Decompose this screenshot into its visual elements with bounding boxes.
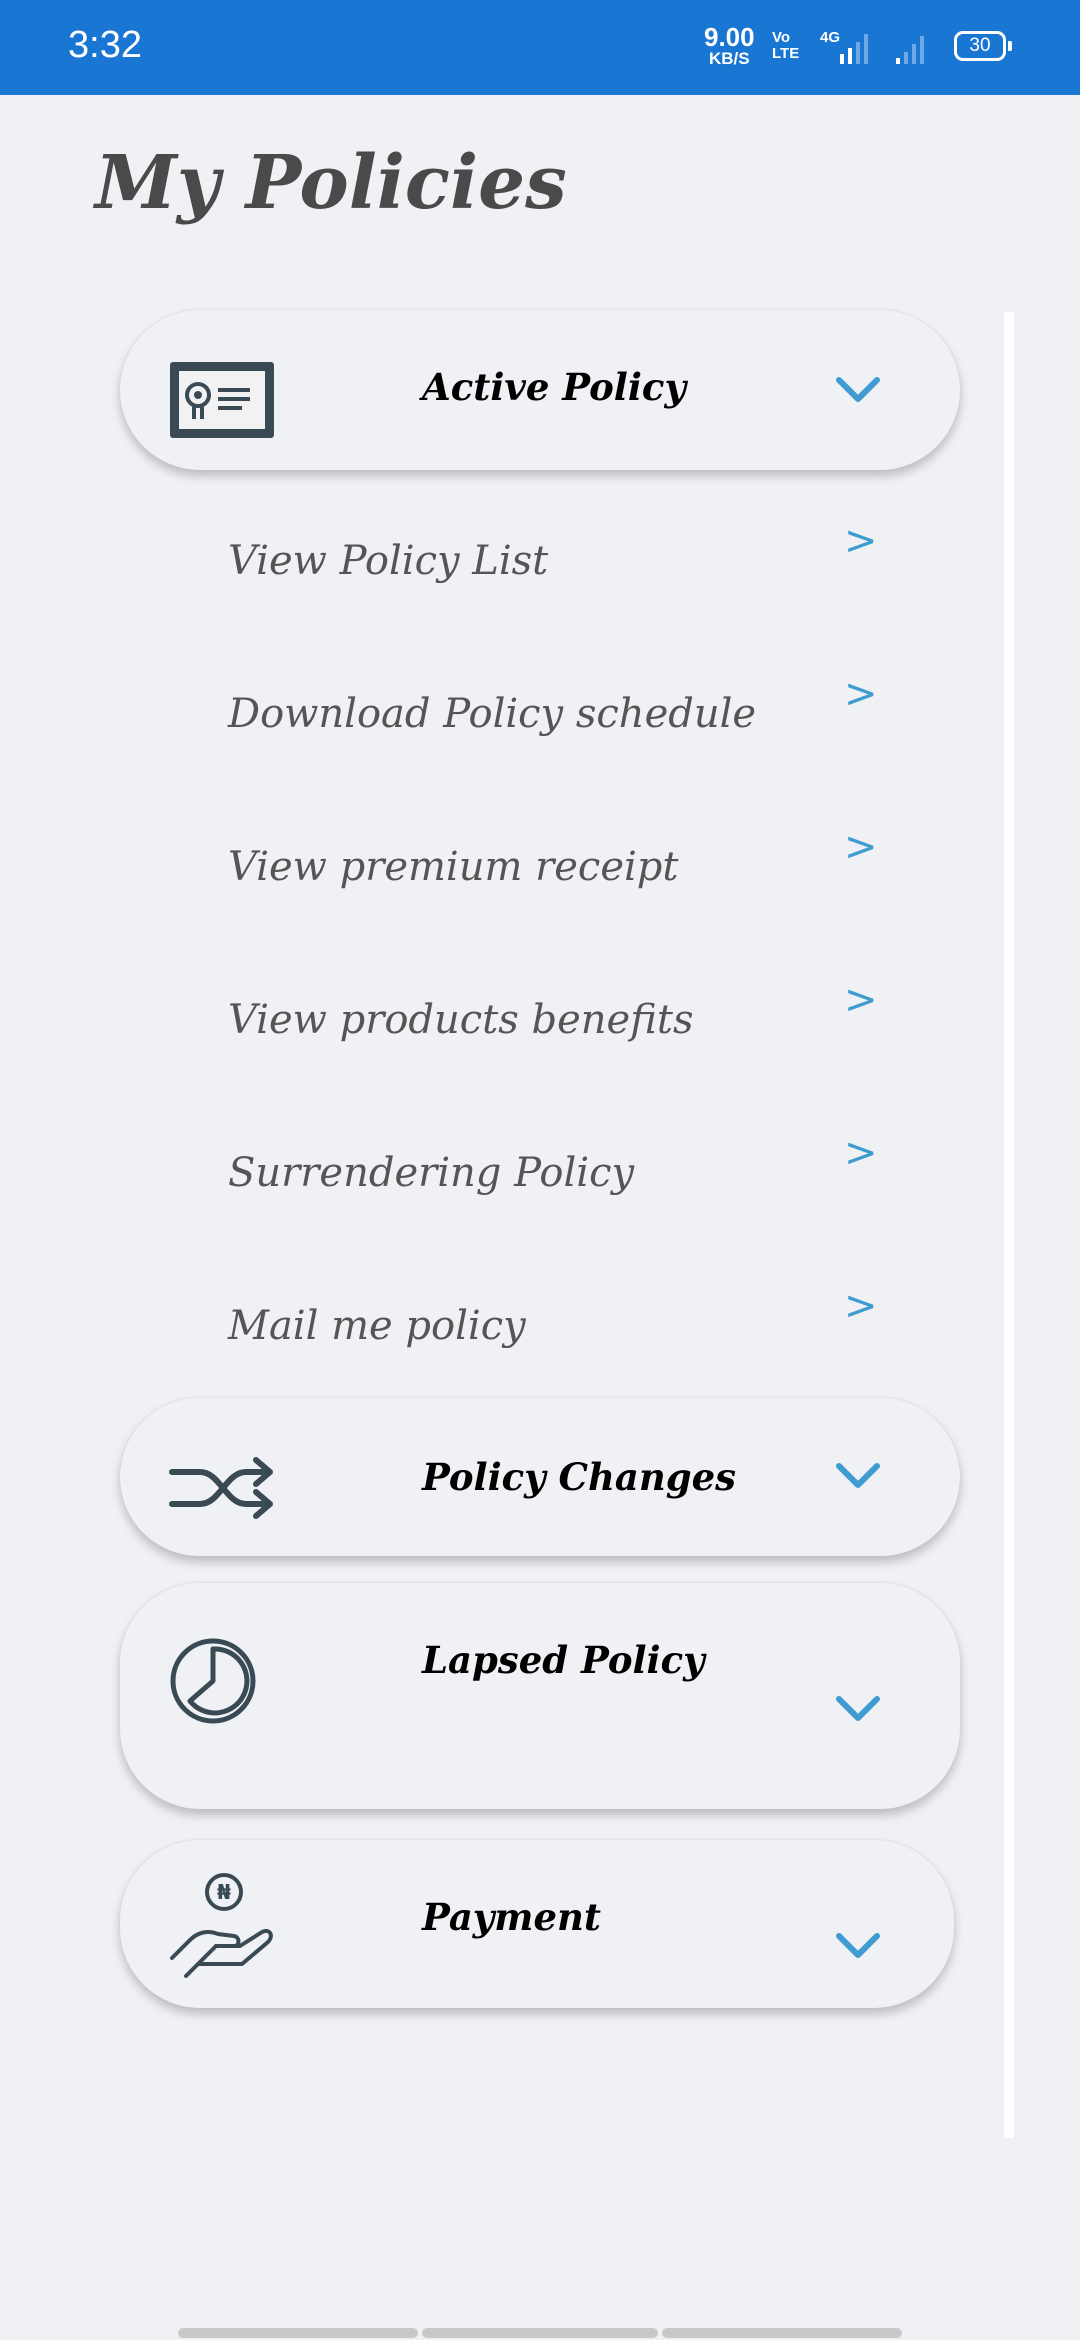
chevron-right-icon: > <box>844 1283 878 1329</box>
chevron-right-icon: > <box>844 824 878 870</box>
status-bar: 3:32 9.00 KB/S Vo LTE 4G 30 <box>0 0 1080 95</box>
chevron-down-icon[interactable] <box>835 1462 881 1490</box>
nav-indicator-right <box>662 2328 902 2338</box>
chevron-right-icon: > <box>844 977 878 1023</box>
svg-text:₦: ₦ <box>217 1880 231 1904</box>
status-time: 3:32 <box>68 24 142 66</box>
section-label-payment: Payment <box>422 1895 601 1939</box>
list-item-download-policy-schedule[interactable]: Download Policy schedule > <box>228 671 888 761</box>
section-policy-changes[interactable]: Policy Changes <box>120 1398 960 1556</box>
chevron-down-icon[interactable] <box>835 1695 881 1723</box>
shuffle-icon <box>168 1448 278 1532</box>
list-item-label: View premium receipt <box>228 844 679 890</box>
network-speed-unit: KB/S <box>708 49 750 68</box>
hand-coin-icon: ₦ <box>168 1870 278 1984</box>
battery-icon: 30 <box>954 31 1012 61</box>
section-payment[interactable]: ₦ Payment <box>120 1840 954 2008</box>
chevron-down-icon[interactable] <box>835 376 881 404</box>
list-item-label: Surrendering Policy <box>228 1150 635 1196</box>
list-item-label: Download Policy schedule <box>228 691 757 737</box>
volte-indicator: Vo LTE <box>772 30 799 62</box>
list-item-label: View products benefits <box>228 997 694 1043</box>
clock-icon <box>168 1631 268 1735</box>
list-item-view-premium-receipt[interactable]: View premium receipt > <box>228 824 888 914</box>
network-type: 4G <box>820 29 840 46</box>
list-item-label: Mail me policy <box>228 1303 526 1349</box>
chevron-right-icon: > <box>844 671 878 717</box>
list-item-view-policy-list[interactable]: View Policy List > <box>228 518 888 608</box>
list-item-view-products-benefits[interactable]: View products benefits > <box>228 977 888 1067</box>
nav-indicator-center <box>422 2328 658 2338</box>
list-item-mail-me-policy[interactable]: Mail me policy > <box>228 1283 888 1373</box>
nav-indicator-left <box>178 2328 418 2338</box>
section-active-policy[interactable]: Active Policy <box>120 310 960 470</box>
signal-strength-icon: 4G <box>820 28 880 73</box>
volte-line-1: Vo <box>772 29 791 46</box>
chevron-right-icon: > <box>844 518 878 564</box>
list-item-surrendering-policy[interactable]: Surrendering Policy > <box>228 1130 888 1220</box>
network-speed: 9.00 KB/S <box>704 24 755 67</box>
list-item-label: View Policy List <box>228 538 549 584</box>
section-label-active-policy: Active Policy <box>422 365 686 409</box>
section-label-policy-changes: Policy Changes <box>422 1455 736 1499</box>
section-lapsed-policy[interactable]: Lapsed Policy <box>120 1583 960 1809</box>
volte-line-2: LTE <box>772 44 800 62</box>
chevron-down-icon[interactable] <box>835 1932 881 1960</box>
page-title: My Policies <box>95 140 567 226</box>
scrollbar[interactable] <box>1004 312 1014 2138</box>
signal-strength-2-icon <box>892 28 942 73</box>
network-speed-value: 9.00 <box>704 22 755 52</box>
chevron-right-icon: > <box>844 1130 878 1176</box>
section-label-lapsed-policy: Lapsed Policy <box>422 1638 705 1682</box>
certificate-icon <box>168 360 278 446</box>
